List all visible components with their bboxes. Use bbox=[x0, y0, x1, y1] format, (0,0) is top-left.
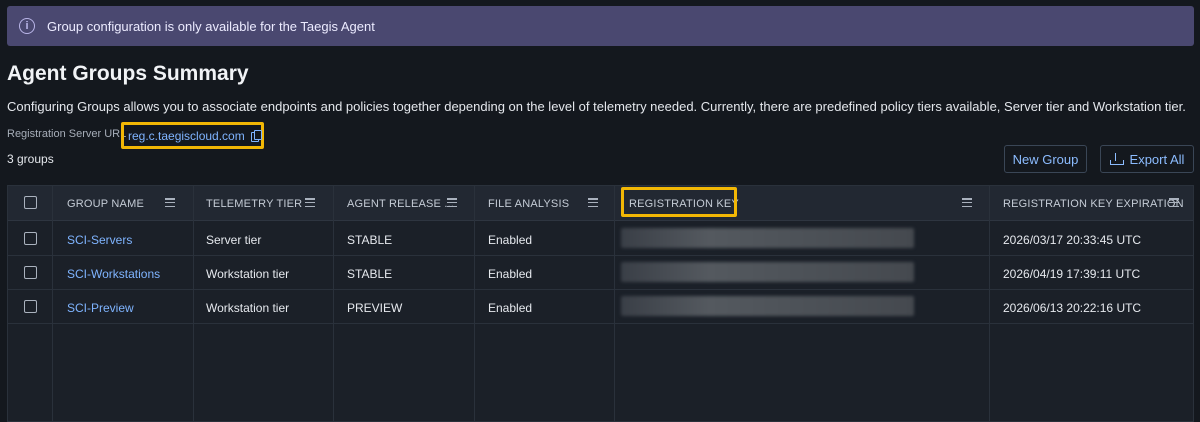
table-row[interactable]: SCI-Preview Workstation tier PREVIEW Ena… bbox=[8, 290, 1193, 324]
info-icon: i bbox=[19, 18, 35, 34]
file-analysis: Enabled bbox=[488, 233, 533, 247]
row-checkbox[interactable] bbox=[24, 266, 37, 279]
column-menu-icon[interactable] bbox=[447, 198, 457, 208]
file-analysis: Enabled bbox=[488, 267, 533, 281]
group-name-link[interactable]: SCI-Workstations bbox=[67, 267, 160, 281]
column-menu-icon[interactable] bbox=[305, 198, 315, 208]
key-expiration: 2026/06/13 20:22:16 UTC bbox=[1003, 301, 1142, 315]
row-checkbox[interactable] bbox=[24, 232, 37, 245]
agent-release: STABLE bbox=[347, 267, 393, 281]
new-group-button[interactable]: New Group bbox=[1004, 145, 1087, 173]
group-name-link[interactable]: SCI-Servers bbox=[67, 233, 132, 247]
info-banner: i Group configuration is only available … bbox=[7, 6, 1194, 46]
telemetry-tier: Server tier bbox=[206, 233, 262, 247]
column-menu-icon[interactable] bbox=[962, 198, 972, 208]
copy-icon[interactable] bbox=[250, 130, 262, 142]
file-analysis: Enabled bbox=[488, 301, 533, 315]
key-expiration: 2026/03/17 20:33:45 UTC bbox=[1003, 233, 1142, 247]
column-header-registration-key-expiration[interactable]: REGISTRATION KEY EXPIRATION bbox=[1003, 198, 1184, 210]
registration-url-link[interactable]: reg.c.taegiscloud.com bbox=[128, 129, 245, 143]
group-name-link[interactable]: SCI-Preview bbox=[67, 301, 134, 315]
registration-url-highlight: reg.c.taegiscloud.com bbox=[121, 122, 264, 149]
column-header-file-analysis[interactable]: FILE ANALYSIS bbox=[488, 198, 569, 210]
export-all-label: Export All bbox=[1129, 151, 1185, 167]
column-header-group-name[interactable]: GROUP NAME bbox=[67, 198, 144, 210]
telemetry-tier: Workstation tier bbox=[206, 301, 290, 315]
registration-key-highlight bbox=[621, 187, 737, 217]
table-row[interactable]: SCI-Servers Server tier STABLE Enabled 2… bbox=[8, 222, 1193, 256]
agent-release: PREVIEW bbox=[347, 301, 403, 315]
redacted-registration-key bbox=[621, 228, 914, 248]
agent-groups-table: GROUP NAME TELEMETRY TIER AGENT RELEASE … bbox=[7, 185, 1194, 422]
export-all-button[interactable]: Export All bbox=[1100, 145, 1194, 173]
telemetry-tier: Workstation tier bbox=[206, 267, 290, 281]
select-all-checkbox[interactable] bbox=[24, 196, 37, 209]
column-header-telemetry-tier[interactable]: TELEMETRY TIER bbox=[206, 198, 302, 210]
column-menu-icon[interactable] bbox=[1169, 198, 1179, 208]
column-menu-icon[interactable] bbox=[588, 198, 598, 208]
row-checkbox[interactable] bbox=[24, 300, 37, 313]
page-title: Agent Groups Summary bbox=[7, 62, 249, 85]
group-count: 3 groups bbox=[7, 152, 54, 166]
column-menu-icon[interactable] bbox=[165, 198, 175, 208]
key-expiration: 2026/04/19 17:39:11 UTC bbox=[1003, 267, 1141, 281]
download-icon bbox=[1109, 153, 1124, 165]
agent-release: STABLE bbox=[347, 233, 393, 247]
table-header: GROUP NAME TELEMETRY TIER AGENT RELEASE … bbox=[8, 186, 1193, 221]
banner-text: Group configuration is only available fo… bbox=[47, 18, 375, 34]
redacted-registration-key bbox=[621, 296, 914, 316]
redacted-registration-key bbox=[621, 262, 914, 282]
table-row[interactable]: SCI-Workstations Workstation tier STABLE… bbox=[8, 256, 1193, 290]
column-header-agent-release[interactable]: AGENT RELEASE ... bbox=[347, 198, 454, 210]
page-description: Configuring Groups allows you to associa… bbox=[7, 99, 1186, 114]
registration-url-label: Registration Server URL bbox=[7, 128, 127, 140]
